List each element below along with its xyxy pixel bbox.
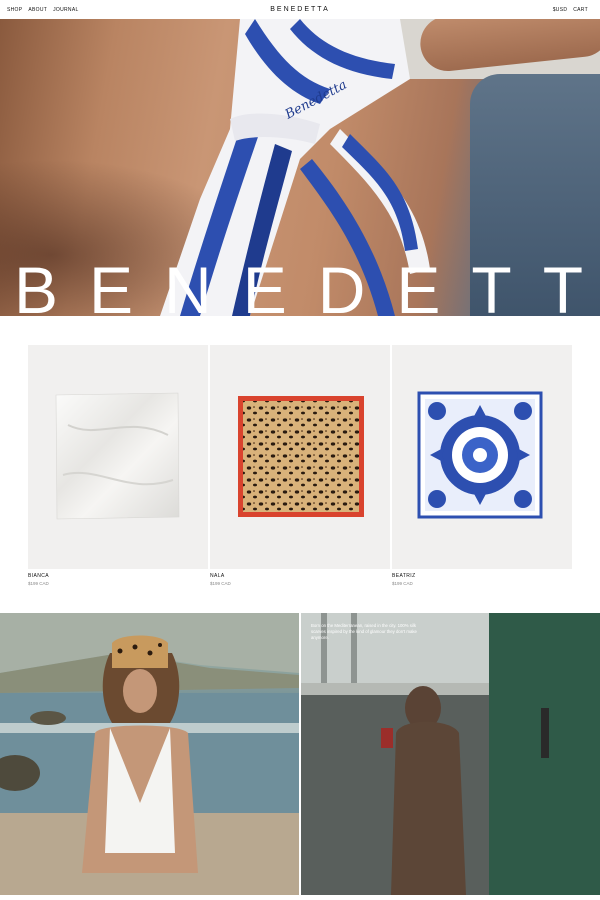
product-card-nala[interactable]: NALA $199 CAD [210, 345, 390, 586]
beach-model-image [0, 613, 299, 895]
product-price: $199 CAD [210, 581, 231, 586]
top-nav: SHOP ABOUT JOURNAL BENEDETTA $USD CART [0, 0, 600, 19]
beach-photo[interactable] [0, 613, 299, 895]
product-name[interactable]: BEATRIZ [392, 573, 572, 579]
product-grid: BIANCA $199 CAD NALA $199 CAD BEATRIZ $1… [28, 345, 572, 595]
nav-right: $USD CART [553, 7, 588, 13]
product-name[interactable]: BIANCA [28, 573, 208, 579]
editorial-caption: Born on the Mediterranean, raised in the… [311, 623, 417, 640]
city-photo[interactable]: Born on the Mediterranean, raised in the… [301, 613, 600, 895]
hero-wordmark: BENEDETTA [14, 253, 600, 316]
nav-left: SHOP ABOUT JOURNAL [7, 7, 79, 13]
product-card-beatriz[interactable]: BEATRIZ $199 CAD [392, 345, 572, 586]
product-image-nala[interactable] [210, 345, 390, 569]
nav-about-link[interactable]: ABOUT [28, 7, 47, 13]
product-card-bianca[interactable]: BIANCA $199 CAD [28, 345, 208, 586]
city-reflection-image [301, 613, 600, 895]
product-name[interactable]: NALA [210, 573, 390, 579]
site-logo[interactable]: BENEDETTA [270, 6, 330, 13]
product-image-bianca[interactable] [28, 345, 208, 569]
editorial-section: Born on the Mediterranean, raised in the… [0, 613, 600, 895]
product-image-beatriz[interactable] [392, 345, 572, 569]
nav-shop-link[interactable]: SHOP [7, 7, 22, 13]
blue-tile-scarf-icon [417, 391, 543, 519]
currency-selector[interactable]: $USD [553, 7, 568, 13]
nav-journal-link[interactable]: JOURNAL [53, 7, 78, 13]
cart-link[interactable]: CART [573, 7, 588, 13]
white-scarf-icon [55, 392, 180, 520]
product-price: $199 CAD [392, 581, 413, 586]
hero-banner[interactable]: Benedetta BENEDETTA [0, 19, 600, 316]
product-price: $199 CAD [28, 581, 49, 586]
leopard-scarf-icon [238, 396, 364, 517]
